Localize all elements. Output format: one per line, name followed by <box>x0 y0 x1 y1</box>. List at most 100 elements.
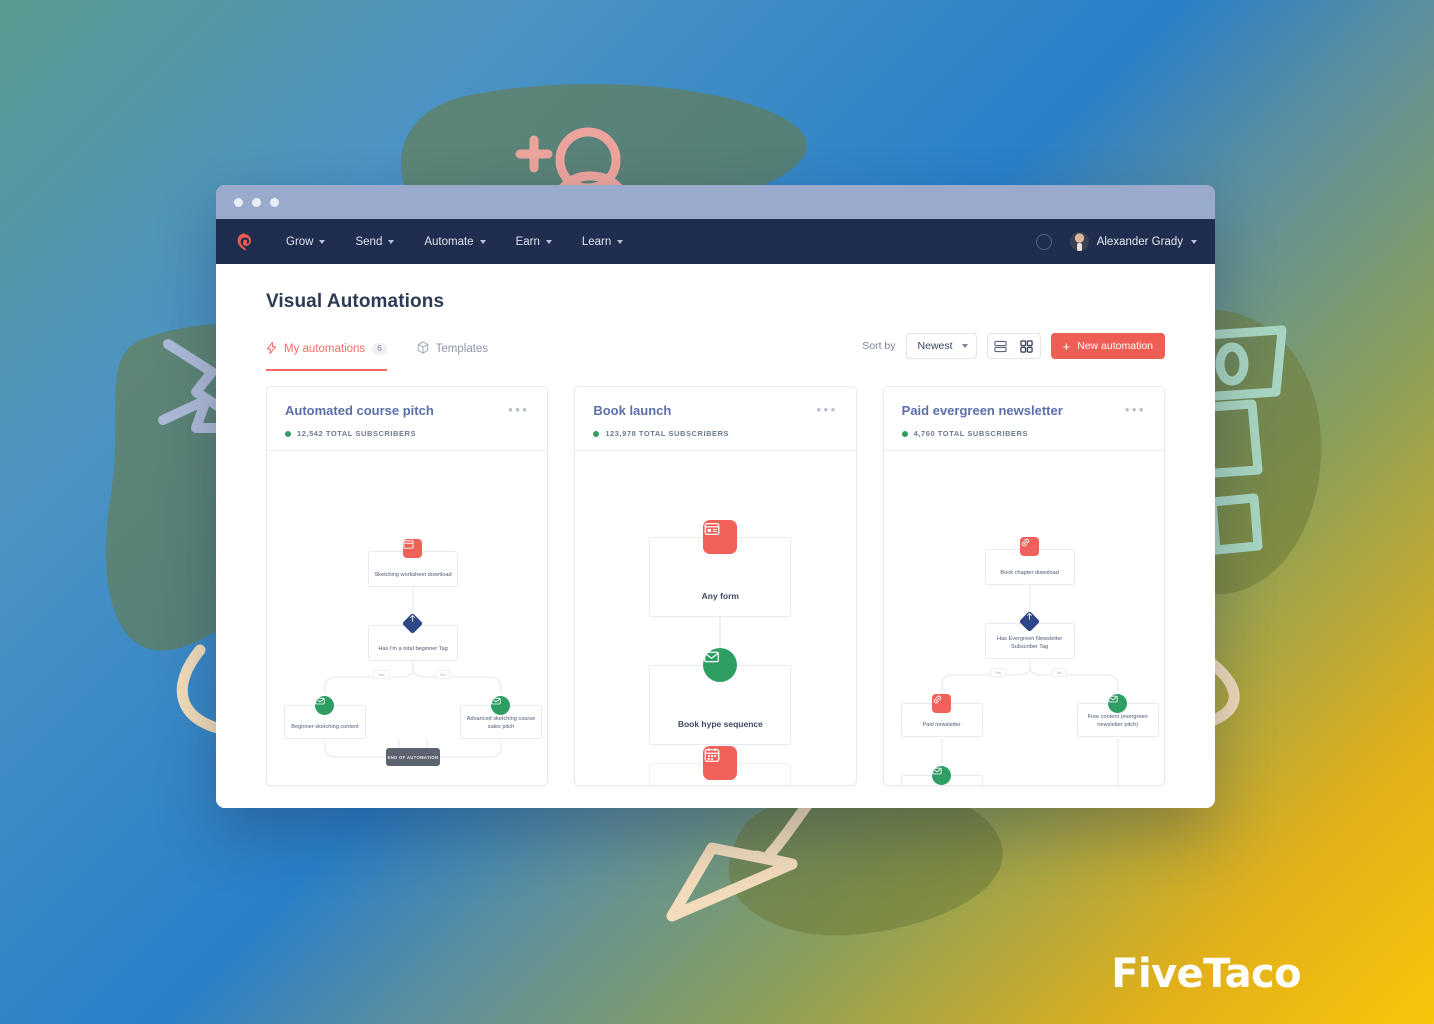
card-menu-icon[interactable]: ••• <box>508 403 529 416</box>
fivetaco-watermark: FiveTaco <box>1111 951 1301 997</box>
view-toggle <box>986 333 1041 359</box>
browser-window: Grow Send Automate Earn Learn Alexander … <box>216 185 1215 808</box>
flow-diagram: Book chapter download Has Evergreen News… <box>884 451 1164 785</box>
nav-item-earn-label: Earn <box>515 235 540 248</box>
card-flow-preview: Any form Book hype sequence <box>575 451 855 785</box>
card-subscribers-label: 12,542 TOTAL SUBSCRIBERS <box>297 429 417 438</box>
convertkit-logo-icon[interactable] <box>234 231 256 253</box>
automation-card[interactable]: Automated course pitch ••• 12,542 TOTAL … <box>266 386 549 786</box>
user-menu[interactable]: Alexander Grady <box>1069 232 1197 251</box>
tab-templates[interactable]: Templates <box>417 341 488 371</box>
card-menu-icon[interactable]: ••• <box>1125 403 1146 416</box>
nav-item-send-label: Send <box>355 235 383 248</box>
cube-icon <box>417 341 429 357</box>
chevron-down-icon <box>617 239 624 244</box>
automation-card-grid: Automated course pitch ••• 12,542 TOTAL … <box>216 369 1215 786</box>
email-icon <box>491 696 510 715</box>
card-flow-preview: Sketching worksheet download Has I'm a t… <box>267 451 547 785</box>
calendar-icon <box>703 746 738 780</box>
flow-node-label: Sketching worksheet download <box>374 572 452 579</box>
nav-item-send[interactable]: Send <box>355 235 395 248</box>
grid-view-button[interactable] <box>1014 334 1040 358</box>
nav-item-earn[interactable]: Earn <box>516 236 552 248</box>
branch-label-yes: Yes <box>989 668 1007 677</box>
page-content: Visual Automations My automations 6 Temp… <box>216 264 1215 808</box>
nav-item-learn[interactable]: Learn <box>581 235 624 248</box>
page-toolbar: My automations 6 Templates Sort by Newes… <box>216 313 1215 371</box>
card-title: Automated course pitch <box>285 403 434 418</box>
lightning-icon <box>266 341 277 357</box>
branch-label-no: No <box>435 670 451 679</box>
chevron-down-icon <box>961 344 968 348</box>
flow-node-label: Advanced sketching course sales pitch <box>466 715 536 731</box>
link-icon <box>1019 537 1039 556</box>
form-icon <box>703 520 738 554</box>
new-automation-button[interactable]: + New automation <box>1050 333 1165 359</box>
new-automation-label: New automation <box>1077 340 1153 352</box>
end-of-automation-box: END OF AUTOMATION <box>386 748 440 766</box>
status-badge <box>593 430 600 437</box>
automation-card[interactable]: Book launch ••• 123,978 TOTAL SUBSCRIBER… <box>574 386 857 786</box>
tab-bar: My automations 6 Templates <box>266 339 488 371</box>
card-menu-icon[interactable]: ••• <box>817 403 838 416</box>
card-title: Book launch <box>593 403 672 418</box>
top-navigation-bar: Grow Send Automate Earn Learn Alexander … <box>216 219 1215 264</box>
chevron-down-icon <box>545 239 552 244</box>
automation-card[interactable]: Paid evergreen newsletter ••• 4,760 TOTA… <box>882 386 1165 786</box>
flow-node-label: Any form <box>701 590 739 601</box>
link-icon <box>931 694 951 713</box>
flow-node-label: Has Evergreen Newsletter Subscriber Tag <box>997 635 1063 651</box>
notifications-icon[interactable] <box>1035 233 1052 250</box>
branch-label-no: No <box>1051 668 1067 677</box>
email-icon <box>1107 694 1127 713</box>
card-flow-preview: Book chapter download Has Evergreen News… <box>884 451 1164 785</box>
user-name-label: Alexander Grady <box>1096 235 1183 248</box>
flow-node-label: Has I'm a total beginner Tag <box>378 646 448 653</box>
chevron-down-icon <box>1191 239 1197 244</box>
card-header: Automated course pitch ••• 12,542 TOTAL … <box>267 387 548 451</box>
email-icon <box>315 696 334 715</box>
nav-links: Grow Send Automate Earn Learn <box>286 235 624 248</box>
email-icon <box>931 766 951 785</box>
sort-select[interactable]: Newest <box>905 333 977 359</box>
flow-node-label: Paid newsletter <box>922 722 961 729</box>
page-title: Visual Automations <box>266 291 445 312</box>
flow-node-label: Book hype sequence <box>677 718 763 729</box>
avatar <box>1069 232 1089 251</box>
nav-item-grow[interactable]: Grow <box>286 235 326 248</box>
nav-right-group: Alexander Grady <box>1035 232 1197 251</box>
tab-templates-label: Templates <box>435 343 489 355</box>
window-minimize-dot[interactable] <box>252 197 261 207</box>
tab-my-automations-label: My automations <box>284 343 366 355</box>
chevron-down-icon <box>479 239 486 244</box>
window-close-dot[interactable] <box>234 197 243 207</box>
nav-item-grow-label: Grow <box>286 235 314 248</box>
flow-diagram: Any form Book hype sequence <box>575 451 855 785</box>
form-icon <box>403 539 422 558</box>
card-header: Paid evergreen newsletter ••• 4,760 TOTA… <box>883 387 1164 451</box>
flow-diagram: Sketching worksheet download Has I'm a t… <box>267 451 547 785</box>
card-header: Book launch ••• 123,978 TOTAL SUBSCRIBER… <box>575 387 856 451</box>
end-of-automation-label: END OF AUTOMATION <box>387 754 439 760</box>
plus-icon: + <box>1062 338 1071 354</box>
sort-by-label: Sort by <box>862 340 896 352</box>
window-titlebar <box>216 185 1215 219</box>
branch-label-yes: Yes <box>373 670 390 679</box>
window-maximize-dot[interactable] <box>270 197 279 207</box>
flow-node-label: Beginner sketching content <box>291 724 359 731</box>
flow-node-label: Book chapter download <box>1000 570 1059 577</box>
chevron-down-icon <box>319 239 326 244</box>
list-view-button[interactable] <box>988 334 1014 358</box>
nav-item-automate[interactable]: Automate <box>424 235 486 248</box>
tab-my-automations[interactable]: My automations 6 <box>266 341 387 371</box>
nav-item-learn-label: Learn <box>581 235 612 248</box>
card-subscribers-label: 123,978 TOTAL SUBSCRIBERS <box>605 429 730 438</box>
card-subscribers-label: 4,760 TOTAL SUBSCRIBERS <box>913 429 1028 438</box>
tab-my-automations-badge: 6 <box>372 343 387 355</box>
toolbar-actions: Sort by Newest + New automation <box>862 333 1165 369</box>
sort-select-value: Newest <box>917 340 953 352</box>
chevron-down-icon <box>388 239 395 244</box>
nav-item-automate-label: Automate <box>424 235 474 248</box>
flow-node-label: Free content (evergreen newsletter pitch… <box>1087 713 1148 729</box>
status-badge <box>901 430 908 437</box>
